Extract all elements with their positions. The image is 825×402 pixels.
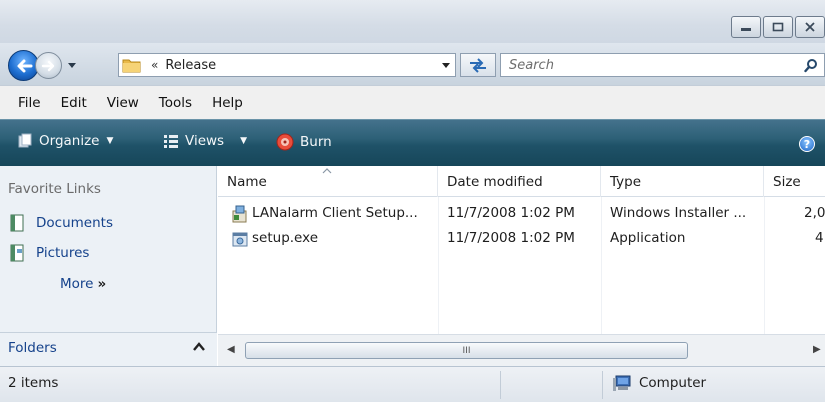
double-chevron-icon: »	[97, 276, 107, 292]
nav-link-documents[interactable]: Documents	[10, 214, 113, 232]
nav-link-pictures[interactable]: Pictures	[10, 244, 89, 262]
chevron-up-icon	[193, 342, 205, 351]
file-type: Windows Installer ...	[610, 205, 747, 221]
views-label: Views	[185, 133, 225, 149]
chevron-down-icon: ▼	[106, 136, 114, 146]
address-row: « Release	[0, 43, 825, 85]
column-header-size[interactable]: Size	[764, 166, 825, 197]
column-header-row: Name Date modified Type Size	[218, 166, 825, 197]
burn-disc-icon	[276, 133, 294, 151]
burn-label: Burn	[300, 134, 332, 150]
burn-button[interactable]: Burn	[276, 133, 332, 151]
minimize-button[interactable]	[731, 16, 761, 38]
column-header-name[interactable]: Name	[218, 166, 438, 197]
column-header-type[interactable]: Type	[601, 166, 764, 197]
file-row[interactable]: setup.exe 11/7/2008 1:02 PM Application …	[218, 229, 825, 249]
column-header-label: Type	[610, 173, 642, 190]
scroll-right-icon[interactable]: ▶	[813, 344, 821, 355]
documents-icon	[10, 214, 24, 232]
folders-label: Folders	[8, 340, 57, 356]
sort-ascending-icon	[322, 168, 332, 174]
title-bar	[0, 0, 825, 43]
menu-file[interactable]: File	[18, 95, 41, 111]
views-icon	[164, 135, 178, 148]
scroll-left-icon[interactable]: ◀	[227, 344, 235, 355]
search-icon[interactable]	[804, 58, 818, 73]
file-size: 2,0	[804, 205, 825, 221]
file-date: 11/7/2008 1:02 PM	[447, 230, 575, 246]
chevron-down-icon: ▼	[240, 136, 247, 146]
folders-toggle[interactable]: Folders	[0, 332, 217, 366]
file-row[interactable]: LANalarm Client Setup... 11/7/2008 1:02 …	[218, 204, 825, 224]
pictures-icon	[10, 244, 24, 262]
status-location: Computer	[612, 374, 706, 392]
refresh-button[interactable]	[460, 53, 496, 77]
file-date: 11/7/2008 1:02 PM	[447, 205, 575, 221]
maximize-button[interactable]	[763, 16, 793, 38]
search-box[interactable]	[500, 53, 825, 77]
nav-more-link[interactable]: More»	[60, 276, 106, 292]
organize-button[interactable]: Organize ▼	[17, 133, 113, 149]
menu-bar: File Edit View Tools Help	[0, 85, 825, 119]
horizontal-scrollbar[interactable]: ◀ III ▶	[218, 334, 825, 366]
back-arrow-icon	[17, 59, 32, 72]
forward-arrow-icon	[41, 60, 54, 71]
favorite-links-heading: Favorite Links	[8, 181, 101, 197]
status-divider	[500, 371, 501, 399]
scrollbar-thumb[interactable]: III	[245, 342, 688, 359]
views-button[interactable]: Views ▼	[163, 133, 247, 149]
file-list: Name Date modified Type Size LANalarm Cl…	[218, 166, 825, 366]
nav-link-label: Pictures	[36, 245, 90, 261]
navigation-pane: Favorite Links Documents Pictures More» …	[0, 166, 217, 366]
menu-edit[interactable]: Edit	[61, 95, 87, 111]
organize-icon	[18, 133, 32, 148]
minimize-icon	[741, 28, 751, 31]
status-bar: 2 items Computer	[0, 366, 825, 402]
window-controls	[731, 16, 825, 38]
help-button[interactable]: ?	[799, 136, 815, 152]
computer-icon	[613, 375, 631, 391]
nav-link-label: Documents	[36, 215, 113, 231]
folder-icon	[122, 59, 141, 73]
breadcrumb-overflow[interactable]: «	[151, 58, 158, 72]
status-divider	[602, 371, 603, 399]
close-icon	[805, 22, 815, 32]
column-header-label: Name	[227, 173, 267, 190]
location-label: Computer	[639, 375, 707, 391]
file-type: Application	[610, 230, 686, 246]
column-header-label: Date modified	[447, 173, 543, 190]
forward-button[interactable]	[35, 52, 62, 79]
installer-icon	[232, 205, 247, 223]
menu-help[interactable]: Help	[212, 95, 243, 111]
chevron-down-icon[interactable]	[441, 62, 451, 69]
recent-pages-dropdown[interactable]	[66, 60, 78, 70]
file-size: 4	[815, 230, 824, 246]
command-bar: Organize ▼ Views ▼ Burn ?	[0, 119, 825, 166]
menu-tools[interactable]: Tools	[159, 95, 192, 111]
breadcrumb-release[interactable]: Release	[165, 58, 216, 73]
application-icon	[232, 232, 248, 247]
item-count: 2 items	[8, 375, 59, 391]
close-button[interactable]	[795, 16, 825, 38]
menu-view[interactable]: View	[107, 95, 139, 111]
file-name: LANalarm Client Setup...	[252, 205, 418, 221]
nav-more-label: More	[60, 276, 94, 292]
chevron-down-icon	[68, 62, 76, 68]
organize-label: Organize	[39, 133, 100, 149]
file-name: setup.exe	[252, 230, 318, 246]
refresh-icon	[470, 58, 486, 73]
search-input[interactable]	[509, 57, 779, 73]
address-bar[interactable]: « Release	[118, 53, 456, 77]
column-header-date-modified[interactable]: Date modified	[438, 166, 601, 197]
column-header-label: Size	[773, 173, 801, 190]
maximize-icon	[772, 22, 784, 32]
